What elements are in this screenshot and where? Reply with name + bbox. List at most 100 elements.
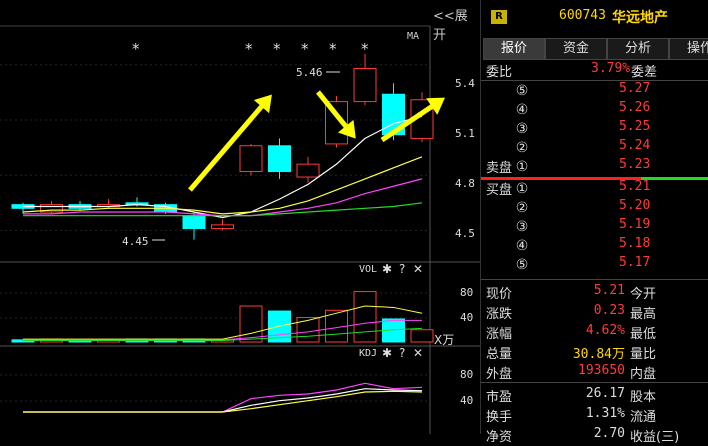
candle [239,145,263,173]
stat-label: 收益(三) [630,430,680,445]
settings-gear-icon[interactable]: ✱ [382,346,392,360]
stat-row: 涨幅 4.62% 最低 [481,323,708,343]
bid-row: 买盘 ① 5.21 [481,179,708,199]
help-icon[interactable]: ? [399,346,405,360]
bid-price: 5.20 [619,198,651,213]
bid-row: ③ 5.19 [481,217,708,237]
stat-value: 5.21 [593,283,625,298]
low-price-label: 4.45 [122,235,149,248]
candle [211,224,234,230]
close-icon[interactable]: ✕ [413,262,423,276]
ask-row: ⑤ 5.27 [481,81,708,101]
kdj-tick: 40 [460,394,474,407]
sell-label: 卖盘 [486,161,513,176]
event-marker-icon[interactable]: * [301,40,309,58]
stat-label: 涨幅 [486,327,513,342]
tab-quote[interactable]: 报价 [483,38,545,60]
event-marker-icon[interactable]: * [245,40,253,58]
kline-chart[interactable] [0,0,480,434]
weibi-row: 委比 3.79% 委差 [481,61,708,81]
weibi-value: 3.79% [591,61,631,76]
level-icon: ② [515,200,529,216]
stock-name: 华远地产 [612,10,668,26]
buy-label: 买盘 [486,183,513,198]
stat-label: 最低 [630,327,657,342]
level-icon: ① [515,159,529,175]
level-icon: ③ [515,219,529,235]
expand-button[interactable]: <<展开 [433,5,480,43]
bid-row: ⑤ 5.17 [481,255,708,275]
stat-value: 1.31% [585,406,625,421]
ask-row: ② 5.24 [481,138,708,158]
quote-header: R 600743 华远地产 [481,0,708,34]
stat-row: 市盈 26.17 股本 [481,386,708,406]
candle [353,67,377,103]
ask-row: ③ 5.25 [481,119,708,139]
ask-price: 5.23 [619,157,651,172]
ask-price: 5.27 [619,81,651,96]
volume-unit-label: X万 [434,333,455,347]
event-marker-icon[interactable]: * [132,40,140,58]
stat-value: 193650 [578,363,625,378]
stat-row: 净资 2.70 收益(三) [481,426,708,446]
stat-label: 外盘 [486,367,513,382]
candle [268,145,291,173]
close-icon[interactable]: ✕ [413,346,423,360]
tab-funds[interactable]: 资金 [545,38,607,60]
weicha-label: 委差 [631,65,658,80]
stat-value: 26.17 [585,386,625,401]
kdj-line [23,382,423,413]
stat-label: 总量 [486,347,513,362]
event-marker-icon[interactable]: * [329,40,337,58]
level-icon: ⑤ [515,83,529,99]
stat-label: 换手 [486,410,513,425]
level-icon: ⑤ [515,257,529,273]
stat-value: 0.23 [593,303,625,318]
candle [296,163,320,178]
stat-label: 最高 [630,307,657,322]
stat-label: 涨跌 [486,307,513,322]
ask-price: 5.26 [619,100,651,115]
stock-code: 600743 [559,8,606,23]
settings-gear-icon[interactable]: ✱ [382,262,392,276]
r-badge[interactable]: R [491,10,507,24]
stat-label: 股本 [630,390,657,405]
ask-price: 5.24 [619,138,651,153]
level-icon: ① [515,181,529,197]
volume-tick: 80 [460,286,474,299]
quote-panel: R 600743 华远地产 报价 资金 分析 操作 委比 3.79% 委差 ⑤ 5… [480,0,708,445]
ask-row: ④ 5.26 [481,100,708,120]
bid-price: 5.21 [619,179,651,194]
stat-label: 净资 [486,430,513,445]
bid-price: 5.17 [619,255,651,270]
tab-operation[interactable]: 操作 [669,38,708,60]
event-marker-icon[interactable]: * [361,40,369,58]
stat-row: 外盘 193650 内盘 [481,363,708,383]
volume-pane-label: VOL [359,264,378,275]
stat-value: 30.84万 [572,347,625,362]
annotation-arrow [188,97,270,192]
ask-row: 卖盘 ① 5.23 [481,157,708,177]
kdj-line [23,390,423,413]
level-icon: ④ [515,238,529,254]
divider [481,279,708,280]
help-icon[interactable]: ? [399,262,405,276]
level-icon: ④ [515,102,529,118]
bid-row: ② 5.20 [481,198,708,218]
event-marker-icon[interactable]: * [273,40,281,58]
stat-label: 流通 [630,410,657,425]
stat-row: 涨跌 0.23 最高 [481,303,708,323]
candle [182,215,206,230]
price-tick: 5.4 [455,77,475,90]
bid-row: ④ 5.18 [481,236,708,256]
volume-bar [410,329,434,343]
kline-chart-area[interactable]: <<展开 MA 5.4 5.1 4.8 4.5 5.46 4.45 * * * … [0,0,480,434]
high-price-label: 5.46 [296,66,323,79]
level-icon: ② [515,140,529,156]
tab-analysis[interactable]: 分析 [607,38,669,60]
volume-bar [353,291,377,343]
volume-tick: 40 [460,311,474,324]
kdj-pane-label: KDJ [359,348,378,359]
volume-bar [296,317,320,343]
price-tick: 4.5 [455,227,475,240]
